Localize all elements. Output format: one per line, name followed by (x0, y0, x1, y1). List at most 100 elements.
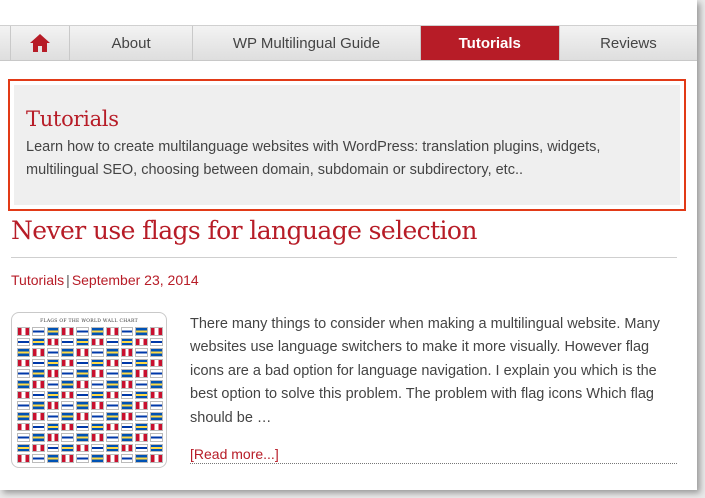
post-category-link[interactable]: Tutorials (11, 272, 64, 288)
flag-icon (135, 443, 149, 453)
flags-grid-image (17, 327, 163, 463)
flag-icon (91, 443, 104, 453)
flag-icon (76, 443, 89, 453)
nav-about[interactable]: About (70, 26, 194, 60)
nav-reviews[interactable]: Reviews (560, 26, 697, 60)
flag-icon (31, 380, 45, 389)
read-more-link[interactable]: [Read more...] (190, 446, 677, 464)
post-thumbnail[interactable]: FLAGS OF THE WORLD WALL CHART (11, 312, 167, 468)
post-title-link[interactable]: Never use flags for language selection (11, 216, 477, 245)
flag-icon (76, 454, 89, 463)
flag-icon (105, 422, 119, 432)
flag-icon (150, 454, 163, 463)
thumbnail-caption: FLAGS OF THE WORLD WALL CHART (40, 319, 138, 324)
flag-icon (105, 454, 119, 463)
flag-icon (150, 348, 163, 357)
post-date: September 23, 2014 (71, 272, 199, 288)
flag-icon (135, 390, 149, 400)
flag-icon (31, 454, 45, 463)
flag-icon (46, 337, 60, 347)
flag-icon (105, 327, 119, 336)
flag-icon (135, 348, 149, 357)
flag-icon (135, 411, 149, 421)
flag-icon (105, 433, 119, 442)
flag-icon (105, 358, 119, 368)
flag-icon (120, 433, 134, 442)
flag-icon (135, 358, 149, 368)
flag-icon (91, 380, 104, 389)
flag-icon (61, 454, 75, 463)
flag-icon (17, 401, 30, 410)
flag-icon (31, 348, 45, 357)
flag-icon (76, 390, 89, 400)
flag-icon (31, 327, 45, 336)
browser-page: About WP Multilingual Guide Tutorials Re… (0, 0, 697, 490)
flag-icon (91, 454, 104, 463)
flag-icon (17, 327, 30, 336)
flag-icon (46, 433, 60, 442)
nav-home[interactable] (10, 26, 70, 60)
flag-icon (135, 454, 149, 463)
flag-icon (61, 411, 75, 421)
flag-icon (105, 380, 119, 389)
category-header: Tutorials Learn how to create multilangu… (14, 85, 680, 205)
flag-icon (46, 348, 60, 357)
flag-icon (46, 401, 60, 410)
flag-icon (31, 337, 45, 347)
post-meta: Tutorials | September 23, 2014 (11, 272, 199, 288)
flag-icon (91, 348, 104, 357)
flag-icon (105, 390, 119, 400)
flag-icon (17, 454, 30, 463)
flag-icon (150, 327, 163, 336)
flag-icon (31, 369, 45, 379)
meta-separator: | (66, 272, 70, 288)
flag-icon (120, 411, 134, 421)
flag-icon (150, 380, 163, 389)
home-icon (29, 34, 50, 52)
flag-icon (76, 337, 89, 347)
flag-icon (135, 433, 149, 442)
flag-icon (17, 390, 30, 400)
flag-icon (31, 390, 45, 400)
flag-icon (135, 380, 149, 389)
flag-icon (150, 358, 163, 368)
flag-icon (135, 401, 149, 410)
flag-icon (31, 411, 45, 421)
flag-icon (31, 401, 45, 410)
flag-icon (91, 401, 104, 410)
flag-icon (17, 380, 30, 389)
flag-icon (76, 380, 89, 389)
flag-icon (17, 348, 30, 357)
flag-icon (105, 369, 119, 379)
flag-icon (91, 422, 104, 432)
flag-icon (91, 358, 104, 368)
flag-icon (150, 401, 163, 410)
main-nav: About WP Multilingual Guide Tutorials Re… (0, 25, 697, 61)
nav-tutorials[interactable]: Tutorials (420, 26, 560, 60)
flag-icon (91, 433, 104, 442)
flag-icon (31, 422, 45, 432)
flag-icon (150, 443, 163, 453)
flag-icon (46, 443, 60, 453)
flag-icon (31, 433, 45, 442)
flag-icon (31, 358, 45, 368)
category-header-highlight: Tutorials Learn how to create multilangu… (8, 79, 686, 211)
flag-icon (120, 348, 134, 357)
flag-icon (46, 422, 60, 432)
flag-icon (135, 422, 149, 432)
flag-icon (105, 348, 119, 357)
flag-icon (150, 369, 163, 379)
flag-icon (17, 433, 30, 442)
category-description: Learn how to create multilanguage websit… (26, 139, 601, 178)
flag-icon (61, 422, 75, 432)
flag-icon (31, 443, 45, 453)
flag-icon (120, 369, 134, 379)
flag-icon (61, 337, 75, 347)
flag-icon (61, 401, 75, 410)
post-divider (11, 257, 677, 258)
flag-icon (61, 380, 75, 389)
flag-icon (46, 411, 60, 421)
nav-wp-multilingual-guide[interactable]: WP Multilingual Guide (193, 26, 421, 60)
flag-icon (76, 411, 89, 421)
flag-icon (91, 327, 104, 336)
